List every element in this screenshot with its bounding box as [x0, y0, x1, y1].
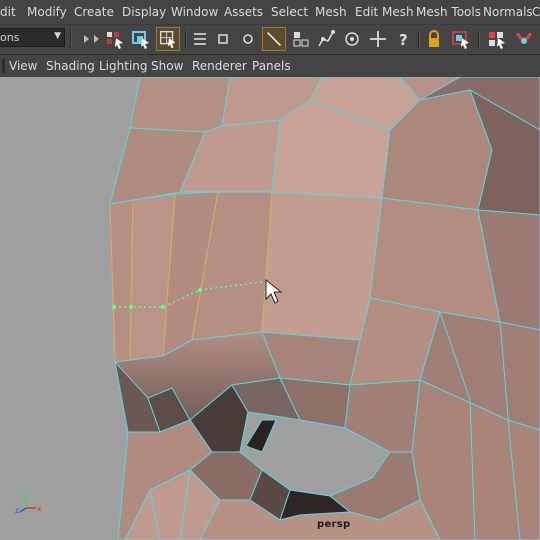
face-select-icon[interactable]	[129, 27, 153, 51]
menu-create[interactable]: Create	[74, 5, 114, 19]
move-tool-icon[interactable]	[188, 27, 212, 51]
panel-menu-bar: View Shading Lighting Show Renderer Pane…	[0, 55, 540, 77]
scale-tool-icon[interactable]	[211, 27, 235, 51]
mode-select-value: ons	[0, 31, 20, 44]
menu-assets[interactable]: Assets	[224, 5, 263, 19]
status-toolbar: ons ▼ ?	[0, 24, 540, 55]
svg-text:?: ?	[399, 31, 408, 49]
perspective-viewport[interactable]: y z x persp	[0, 77, 540, 540]
menu-mesh-tools[interactable]: Mesh Tools	[416, 5, 481, 19]
menu-overflow[interactable]: C	[532, 5, 540, 19]
panel-menu-shading[interactable]: Shading	[46, 59, 95, 73]
mesh-render[interactable]: y z x	[0, 77, 540, 540]
toolbar-separator	[70, 30, 72, 48]
collapse-arrow-icon[interactable]	[74, 27, 89, 51]
help-icon[interactable]: ?	[392, 27, 416, 51]
rotate-tool-icon[interactable]	[236, 27, 260, 51]
mesh-face	[129, 77, 231, 133]
mode-select-dropdown[interactable]: ons ▼	[0, 28, 65, 47]
object-select-icon[interactable]	[156, 27, 180, 51]
menu-edit[interactable]: dit	[0, 5, 16, 19]
vertex-select-icon[interactable]	[103, 27, 127, 51]
axis-y-label: y	[23, 488, 28, 497]
dropdown-arrow-icon: ▼	[54, 31, 61, 41]
axis-x-label: x	[37, 504, 42, 513]
select-camera-icon[interactable]	[449, 27, 473, 51]
menu-edit-mesh[interactable]: Edit Mesh	[355, 5, 414, 19]
edge-loop-point	[128, 304, 134, 310]
snap-point-icon[interactable]	[340, 27, 364, 51]
snap-magnet-icon[interactable]	[512, 27, 536, 51]
panel-menu-show[interactable]: Show	[151, 59, 183, 73]
edge-tool-icon[interactable]	[262, 27, 286, 51]
menu-normals[interactable]: Normals	[483, 5, 533, 19]
toolbar-separator	[185, 30, 187, 48]
menu-select[interactable]: Select	[271, 5, 308, 19]
edge-loop-point	[160, 304, 166, 310]
edge-loop-point	[197, 287, 203, 293]
panel-menu-view[interactable]: View	[9, 59, 37, 73]
mesh-face	[261, 191, 383, 341]
snap-view-icon[interactable]	[366, 27, 390, 51]
axis-z-label: z	[15, 506, 19, 515]
toolbar-separator	[418, 30, 420, 48]
panel-menu-renderer[interactable]: Renderer	[192, 59, 247, 73]
camera-name-label: persp	[317, 519, 351, 530]
main-menu-bar: dit Modify Create Display Window Assets …	[0, 0, 540, 24]
lock-icon[interactable]	[422, 27, 446, 51]
menu-display[interactable]: Display	[122, 5, 166, 19]
panel-menu-lighting[interactable]: Lighting	[99, 59, 148, 73]
menu-window[interactable]: Window	[171, 5, 218, 19]
menu-mesh[interactable]: Mesh	[315, 5, 347, 19]
snap-grid-icon[interactable]	[314, 27, 338, 51]
menu-modify[interactable]: Modify	[27, 5, 67, 19]
panel-menu-panels[interactable]: Panels	[252, 59, 291, 73]
toolbar-separator	[478, 30, 480, 48]
panel-grip-handle[interactable]	[2, 59, 5, 73]
axis-gizmo: y z x	[15, 488, 42, 515]
soft-select-icon[interactable]	[289, 27, 313, 51]
edge-loop-point	[111, 304, 117, 310]
snap-curve-icon[interactable]	[485, 27, 509, 51]
mesh-face	[109, 199, 134, 363]
collapse-arrow-icon[interactable]	[84, 27, 99, 51]
